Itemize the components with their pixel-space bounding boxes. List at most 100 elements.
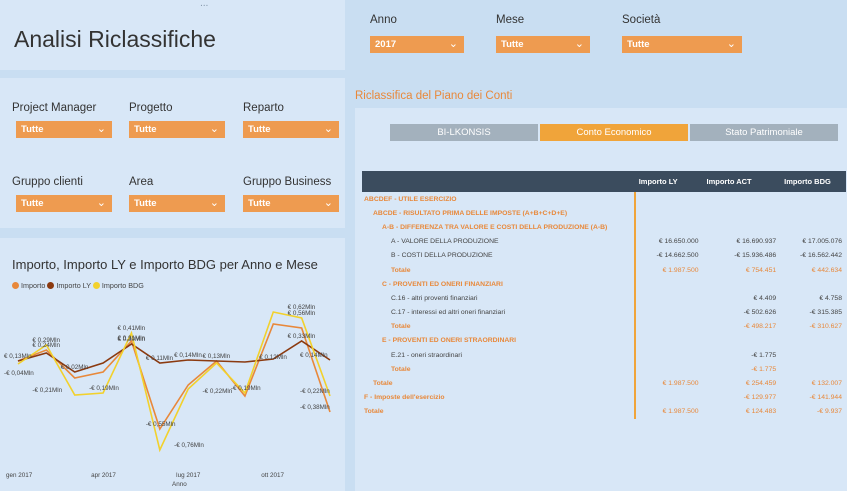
row-label: B - COSTI DELLA PRODUZIONE [391, 252, 493, 260]
table-row[interactable]: E - PROVENTI ED ONERI STRAORDINARI [362, 333, 846, 349]
cell-act [703, 220, 781, 234]
legend-label: Importo LY [56, 281, 91, 290]
more-options-icon[interactable]: ∙∙∙ [200, 0, 208, 11]
filter-dropdown-anno[interactable]: 2017 ⌄ [370, 36, 464, 53]
table-row[interactable]: Totale -€ 498.217 -€ 310.627 [362, 319, 846, 334]
table-row[interactable]: C.17 - interessi ed altri oneri finanzia… [362, 305, 846, 320]
table-row[interactable]: Totale € 1.987.500 € 254.459 € 132.007 [362, 376, 846, 391]
cell-bdg [780, 348, 846, 362]
cell-act: -€ 1.775 [751, 365, 777, 373]
filter-value-societa: Tutte [627, 39, 650, 50]
legend-item-importo-ly[interactable]: Importo LY [47, 281, 91, 290]
cell-bdg [780, 206, 846, 220]
cell-bdg [780, 192, 846, 206]
cell-ly [633, 362, 703, 377]
filter-label-area: Area [129, 176, 154, 188]
filter-dropdown-project-manager[interactable]: Tutte ⌄ [16, 121, 112, 138]
legend-dot-icon [12, 282, 19, 289]
row-label: E.21 - oneri straordinari [391, 351, 463, 359]
column-header[interactable]: Importo ACT [702, 171, 781, 192]
filter-label-reparto: Reparto [243, 102, 284, 114]
cell-act: -€ 1.775 [751, 351, 777, 359]
filter-dropdown-reparto[interactable]: Tutte ⌄ [243, 121, 339, 138]
filter-dropdown-gruppo-business[interactable]: Tutte ⌄ [243, 195, 339, 212]
cell-act [703, 192, 781, 206]
cell-ly [633, 220, 703, 235]
cell-act: € 254.459 [745, 380, 777, 388]
filter-dropdown-progetto[interactable]: Tutte ⌄ [129, 121, 225, 138]
column-header[interactable]: Importo BDG [780, 171, 846, 192]
cell-bdg: -€ 16.562.442 [800, 252, 842, 260]
legend-item-importo-bdg[interactable]: Importo BDG [92, 281, 144, 290]
table-row[interactable]: F - Imposte dell'esercizio -€ 129.977 -€ 1… [362, 390, 846, 405]
table-row[interactable]: Totale -€ 1.775 [362, 362, 846, 377]
filter-dropdown-societa[interactable]: Tutte ⌄ [622, 36, 742, 53]
filter-label-mese: Mese [496, 14, 525, 26]
table-row[interactable]: C - PROVENTI ED ONERI FINANZIARI [362, 277, 846, 292]
riclassifica-table: Importo LY Importo ACT Importo BDG ABCDE… [362, 171, 847, 419]
cell-bdg: -€ 9.937 [817, 408, 842, 416]
table-row[interactable]: A - VALORE DELLA PRODUZIONE € 16.650.000 €… [362, 234, 846, 249]
cell-ly [633, 333, 703, 349]
chart-legend: Importo Importo LY Importo BDG [12, 281, 144, 290]
filter-dropdown-area[interactable]: Tutte ⌄ [129, 195, 225, 212]
table-row[interactable]: Totale € 1.987.500 € 754.451 € 442.634 [362, 262, 846, 278]
table-row[interactable]: ABCDE - RISULTATO PRIMA DELLE IMPOSTE (A… [362, 206, 846, 221]
data-label: -€ 0,21Mln [32, 387, 62, 394]
filter-label-anno: Anno [370, 14, 397, 26]
column-header[interactable] [362, 171, 635, 192]
cell-ly [633, 206, 703, 221]
cell-bdg: -€ 315.385 [809, 309, 842, 317]
filter-label-gruppo-clienti: Gruppo clienti [12, 176, 83, 188]
table-row[interactable]: ABCDEF - UTILE ESERCIZIO [362, 192, 846, 207]
cell-bdg: -€ 141.944 [809, 394, 842, 402]
table-row[interactable]: B - COSTI DELLA PRODUZIONE -€ 14.662.500 -… [362, 248, 846, 263]
row-label: C.17 - interessi ed altri oneri finanzia… [391, 309, 506, 317]
table-row[interactable]: A-B - DIFFERENZA TRA VALORE E COSTI DELL… [362, 220, 846, 235]
table-row[interactable]: E.21 - oneri straordinari -€ 1.775 [362, 348, 846, 363]
filter-dropdown-gruppo-clienti[interactable]: Tutte ⌄ [16, 195, 112, 212]
tab-stato-patrimoniale[interactable]: Stato Patrimoniale [690, 124, 838, 141]
cell-act: -€ 498.217 [743, 323, 777, 331]
cell-bdg: € 132.007 [811, 380, 842, 388]
x-tick-label: gen 2017 [6, 472, 33, 479]
row-label: Totale [373, 380, 393, 388]
data-label: € 0,02Mln [61, 364, 89, 371]
table-body: ABCDEF - UTILE ESERCIZIO ABCDE - RISULTAT… [362, 192, 846, 419]
chart-title: Importo, Importo LY e Importo BDG per An… [12, 257, 318, 272]
cell-ly [633, 277, 703, 292]
data-label: -€ 0,38Mln [300, 404, 330, 411]
column-header[interactable]: Importo LY [634, 171, 703, 192]
line-chart[interactable]: € 0,29Mln€ 0,24Mln€ 0,13Mln-€ 0,04Mln€ 0… [0, 291, 345, 491]
row-label: Totale [391, 266, 411, 274]
filter-value-anno: 2017 [375, 39, 397, 50]
row-label: C - PROVENTI ED ONERI FINANZIARI [382, 280, 503, 288]
x-axis-title: Anno [172, 481, 187, 488]
table-row[interactable]: Totale € 1.987.500 € 124.483 -€ 9.937 [362, 404, 846, 419]
legend-dot-icon [47, 282, 55, 289]
cell-act: € 754.451 [745, 266, 777, 274]
filter-dropdown-mese[interactable]: Tutte ⌄ [496, 36, 590, 53]
chevron-down-icon: ⌄ [96, 123, 106, 135]
data-label: -€ 0,19Mln [89, 385, 119, 392]
chevron-down-icon: ⌄ [209, 123, 219, 135]
tab-conto-economico[interactable]: Conto Economico [540, 124, 688, 141]
filter-value-area: Tutte [134, 198, 157, 209]
data-label: € 0,14Mln [174, 352, 202, 359]
series-line-importo-bdg[interactable] [17, 311, 331, 453]
row-label: A-B - DIFFERENZA TRA VALORE E COSTI DELL… [382, 223, 608, 231]
cell-ly: € 1.987.500 [633, 376, 703, 391]
row-label: F - Imposte dell'esercizio [364, 394, 445, 402]
cell-act: -€ 129.977 [743, 394, 777, 402]
x-tick-label: lug 2017 [176, 472, 201, 479]
legend-item-importo[interactable]: Importo [12, 281, 45, 290]
table-header-row: Importo LY Importo ACT Importo BDG [362, 171, 846, 192]
table-row[interactable]: C.16 - altri proventi finanziari € 4.409 €… [362, 291, 846, 306]
chevron-down-icon: ⌄ [574, 38, 584, 50]
filter-value-gruppo-clienti: Tutte [21, 198, 44, 209]
row-label: Totale [391, 365, 411, 373]
tab-bi-lkonsis[interactable]: BI-LKONSIS [390, 124, 538, 141]
filter-label-progetto: Progetto [129, 102, 173, 114]
data-label: -€ 0,76Mln [174, 442, 204, 449]
row-label: A - VALORE DELLA PRODUZIONE [391, 238, 499, 246]
